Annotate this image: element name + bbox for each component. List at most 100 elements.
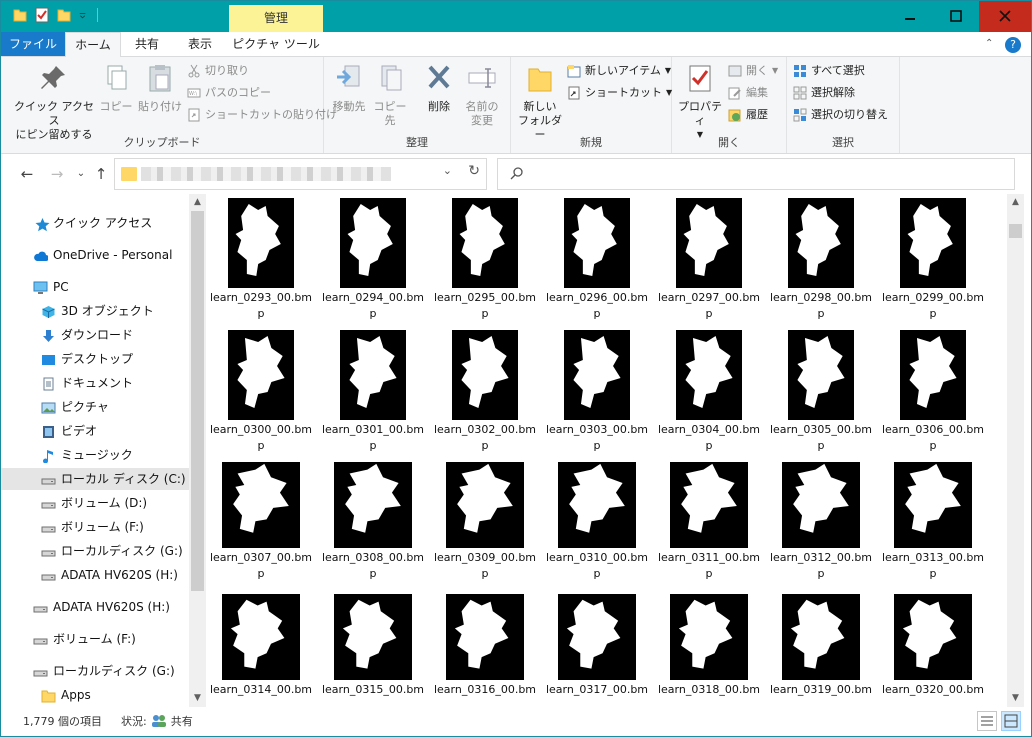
file-item[interactable]: learn_0318_00.bm <box>655 594 763 698</box>
select-none-button[interactable]: 選択解除 <box>793 83 855 103</box>
file-scroll-thumb[interactable] <box>1009 224 1022 238</box>
new-item-button[interactable]: 新しいアイテム ▼ <box>567 61 671 81</box>
file-item[interactable]: learn_0313_00.bmp <box>879 462 987 582</box>
recent-locations-icon[interactable]: ⌄ <box>71 164 91 184</box>
tab-view[interactable]: 表示 <box>173 32 227 56</box>
refresh-icon[interactable]: ↻ <box>468 163 480 179</box>
file-item[interactable]: learn_0304_00.bmp <box>655 330 763 454</box>
tab-picture-tools[interactable]: ピクチャ ツール <box>229 32 323 56</box>
address-bar[interactable]: ⌄ ↻ <box>114 158 487 190</box>
properties-button[interactable]: プロパティ ▼ <box>674 63 726 142</box>
nav-item[interactable]: ローカルディスク (G:) <box>1 540 189 562</box>
nav-item[interactable]: ローカルディスク (G:) <box>1 660 189 682</box>
nav-item[interactable]: ダウンロード <box>1 324 189 346</box>
file-item[interactable]: learn_0295_00.bmp <box>431 198 539 322</box>
invert-selection-button[interactable]: 選択の切り替え <box>793 105 888 125</box>
nav-item[interactable]: ボリューム (D:) <box>1 492 189 514</box>
nav-item[interactable]: ミュージック <box>1 444 189 466</box>
search-input[interactable] <box>497 158 1015 190</box>
move-to-button[interactable]: 移動先 <box>330 63 368 114</box>
rename-button[interactable]: 名前の 変更 <box>460 63 504 128</box>
new-folder-button[interactable]: 新しい フォルダー <box>515 63 565 142</box>
file-item[interactable]: learn_0317_00.bm <box>543 594 651 698</box>
scroll-down-icon[interactable]: ▼ <box>1007 690 1024 707</box>
file-item[interactable]: learn_0314_00.bm <box>207 594 315 698</box>
nav-item[interactable]: デスクトップ <box>1 348 189 370</box>
scroll-up-icon[interactable]: ▲ <box>1007 194 1024 211</box>
nav-item[interactable]: ADATA HV620S (H:) <box>1 596 189 618</box>
collapse-ribbon-icon[interactable]: ⌃ <box>985 38 993 49</box>
file-item[interactable]: learn_0300_00.bmp <box>207 330 315 454</box>
paste-button[interactable]: 貼り付け <box>137 63 183 114</box>
file-name: learn_0308_00.bmp <box>321 551 425 580</box>
file-item[interactable]: learn_0293_00.bmp <box>207 198 315 322</box>
chevron-down-icon[interactable]: ⌄ <box>443 164 452 177</box>
file-item[interactable]: learn_0305_00.bmp <box>767 330 875 454</box>
file-item[interactable]: learn_0296_00.bmp <box>543 198 651 322</box>
file-item[interactable]: learn_0308_00.bmp <box>319 462 427 582</box>
copy-button[interactable]: コピー <box>99 63 133 114</box>
back-button[interactable]: ← <box>17 164 37 184</box>
file-item[interactable]: learn_0294_00.bmp <box>319 198 427 322</box>
nav-item[interactable]: ボリューム (F:) <box>1 628 189 650</box>
manage-tab[interactable]: 管理 <box>229 5 323 32</box>
tab-file[interactable]: ファイル <box>1 32 65 56</box>
copy-to-button[interactable]: コピー先 <box>370 63 410 128</box>
nav-item[interactable]: OneDrive - Personal <box>1 244 189 266</box>
file-item[interactable]: learn_0297_00.bmp <box>655 198 763 322</box>
file-item[interactable]: learn_0312_00.bmp <box>767 462 875 582</box>
file-item[interactable]: learn_0319_00.bm <box>767 594 875 698</box>
nav-item[interactable]: ドキュメント <box>1 372 189 394</box>
file-item[interactable]: learn_0315_00.bm <box>319 594 427 698</box>
cut-button[interactable]: 切り取り <box>187 61 249 81</box>
maximize-button[interactable] <box>933 1 979 32</box>
file-item[interactable]: learn_0309_00.bmp <box>431 462 539 582</box>
delete-button[interactable]: 削除 <box>422 63 456 114</box>
file-item[interactable]: learn_0302_00.bmp <box>431 330 539 454</box>
file-item[interactable]: learn_0301_00.bmp <box>319 330 427 454</box>
file-scrollbar[interactable]: ▲ ▼ <box>1007 194 1024 707</box>
edit-button[interactable]: 編集 <box>728 83 768 103</box>
file-item[interactable]: learn_0316_00.bm <box>431 594 539 698</box>
file-item[interactable]: learn_0307_00.bmp <box>207 462 315 582</box>
forward-button[interactable]: → <box>47 164 67 184</box>
nav-item[interactable]: PC <box>1 276 189 298</box>
scroll-down-icon[interactable]: ▼ <box>189 690 206 707</box>
history-button[interactable]: 履歴 <box>728 105 768 125</box>
file-item[interactable]: learn_0310_00.bmp <box>543 462 651 582</box>
file-item[interactable]: learn_0311_00.bmp <box>655 462 763 582</box>
close-button[interactable] <box>979 1 1031 32</box>
open-button[interactable]: 開く ▼ <box>728 61 778 81</box>
file-item[interactable]: learn_0306_00.bmp <box>879 330 987 454</box>
nav-item[interactable]: クイック アクセス <box>1 212 189 234</box>
file-item[interactable]: learn_0303_00.bmp <box>543 330 651 454</box>
copy-path-button[interactable]: W:\ パスのコピー <box>187 83 271 103</box>
paste-shortcut-button[interactable]: ショートカットの貼り付け <box>187 105 337 125</box>
nav-item[interactable]: ローカル ディスク (C:) <box>1 468 189 490</box>
nav-item[interactable]: 3D オブジェクト <box>1 300 189 322</box>
nav-scrollbar[interactable]: ▲ ▼ <box>189 194 206 707</box>
nav-item[interactable]: ADATA HV620S (H:) <box>1 564 189 586</box>
up-button[interactable]: ↑ <box>91 164 111 184</box>
select-all-button[interactable]: すべて選択 <box>793 61 865 81</box>
scroll-up-icon[interactable]: ▲ <box>189 194 206 211</box>
properties-icon[interactable] <box>35 7 49 23</box>
minimize-button[interactable] <box>887 1 933 32</box>
file-item[interactable]: learn_0299_00.bmp <box>879 198 987 322</box>
easy-access-button[interactable]: ショートカット ▼ <box>567 83 672 103</box>
nav-item[interactable]: ボリューム (F:) <box>1 516 189 538</box>
chevron-down-icon[interactable] <box>79 7 89 23</box>
tab-home[interactable]: ホーム <box>65 32 121 58</box>
large-icons-view-button[interactable] <box>1001 711 1021 731</box>
nav-scroll-thumb[interactable] <box>191 211 204 591</box>
details-view-button[interactable] <box>977 711 997 731</box>
nav-item[interactable]: ビデオ <box>1 420 189 442</box>
tab-share[interactable]: 共有 <box>121 32 173 56</box>
nav-item[interactable]: ピクチャ <box>1 396 189 418</box>
help-icon[interactable]: ? <box>1005 37 1021 53</box>
file-item[interactable]: learn_0298_00.bmp <box>767 198 875 322</box>
file-item[interactable]: learn_0320_00.bm <box>879 594 987 698</box>
pin-quick-access-button[interactable]: クイック アクセス にピン留めする <box>11 63 97 142</box>
nav-item[interactable]: Apps <box>1 684 189 706</box>
new-folder-icon[interactable] <box>57 7 71 23</box>
